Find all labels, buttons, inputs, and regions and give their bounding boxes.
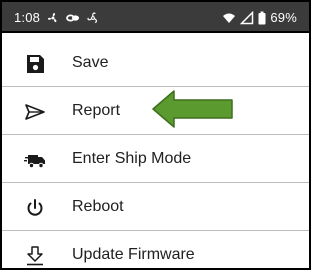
fan-icon xyxy=(48,12,57,22)
link-icon xyxy=(66,14,80,21)
power-icon xyxy=(27,199,43,216)
menu-item-reboot[interactable]: Reboot xyxy=(2,184,309,231)
battery-icon xyxy=(258,11,266,24)
fan-icon xyxy=(87,11,98,23)
cell-signal-icon xyxy=(240,10,254,24)
send-icon xyxy=(25,104,45,120)
menu-item-save[interactable]: Save xyxy=(2,40,309,87)
battery-percent: 69% xyxy=(270,10,297,25)
status-bar: 1:08 69% xyxy=(2,2,309,33)
menu-item-label: Report xyxy=(72,102,121,119)
menu-item-label: Update Firmware xyxy=(72,246,195,263)
app-screen: 1:08 69% Save Report Enter Ship Mode Reb… xyxy=(0,0,311,270)
status-right: 69% xyxy=(222,10,297,25)
menu-item-update-firmware[interactable]: Update Firmware xyxy=(2,232,309,268)
truck-icon xyxy=(24,155,45,169)
annotation-arrow xyxy=(152,90,233,128)
download-icon xyxy=(27,246,43,266)
save-icon xyxy=(27,55,44,73)
menu-item-label: Enter Ship Mode xyxy=(72,150,192,167)
menu-item-label: Reboot xyxy=(72,198,124,215)
status-left: 1:08 xyxy=(14,10,100,25)
status-time: 1:08 xyxy=(14,10,41,25)
menu-item-label: Save xyxy=(72,54,109,71)
menu-item-ship-mode[interactable]: Enter Ship Mode xyxy=(2,136,309,183)
wifi-icon xyxy=(223,13,236,23)
